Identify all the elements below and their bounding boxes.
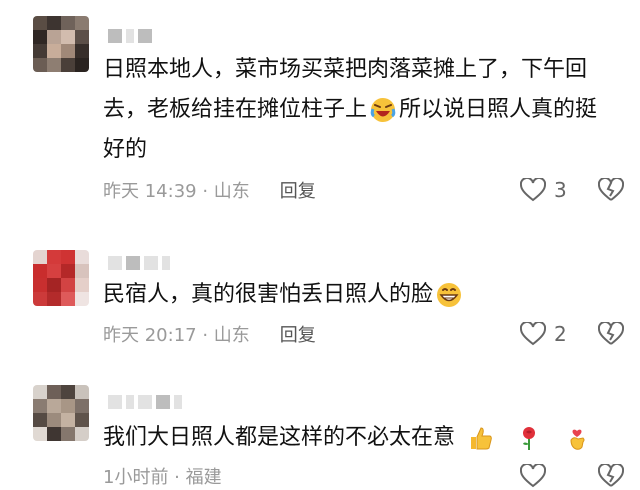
username-blurred[interactable] (108, 253, 170, 273)
comment-text: 日照本地人，菜市场买菜把肉落菜摊上了，下午回去，老板给挂在摊位柱子上 所以说日照… (103, 57, 598, 162)
like-button[interactable]: 3 (520, 176, 567, 204)
thumbs-up-emoji-icon (471, 427, 492, 450)
comment-text: 民宿人，真的很害怕丢日照人的脸 (103, 275, 603, 315)
comment-time-location: 1小时前 · 福建 (103, 467, 222, 488)
comment-time-location: 昨天 20:17 · 山东 (103, 325, 250, 346)
like-button[interactable] (520, 462, 546, 490)
heart-icon (520, 464, 546, 488)
like-button[interactable]: 2 (520, 320, 567, 348)
broken-heart-icon (598, 322, 624, 345)
avatar[interactable] (33, 385, 89, 441)
comment-meta: 昨天 14:39 · 山东 回复 (103, 176, 316, 204)
heart-icon (520, 178, 546, 202)
comment-meta: 1小时前 · 福建 (103, 462, 222, 490)
username-blurred[interactable] (108, 392, 182, 412)
grinning-emoji-icon (437, 283, 462, 307)
finger-heart-emoji-icon (570, 429, 585, 450)
like-count: 2 (554, 322, 567, 346)
comment-text: 我们大日照人都是这样的不必太在意 (103, 418, 640, 458)
broken-heart-icon (598, 464, 624, 487)
username-blurred[interactable] (108, 26, 152, 46)
rose-emoji-icon (523, 427, 536, 450)
like-count: 3 (554, 178, 567, 202)
avatar[interactable] (33, 16, 89, 72)
avatar[interactable] (33, 250, 89, 306)
reply-button[interactable]: 回复 (280, 177, 316, 203)
dislike-button[interactable] (598, 462, 624, 490)
laughing-tears-emoji-icon (370, 98, 396, 122)
broken-heart-icon (598, 178, 624, 201)
comment-meta: 昨天 20:17 · 山东 回复 (103, 320, 316, 348)
dislike-button[interactable] (598, 176, 624, 204)
reply-button[interactable]: 回复 (280, 321, 316, 347)
dislike-button[interactable] (598, 320, 624, 348)
heart-icon (520, 322, 546, 346)
comment-time-location: 昨天 14:39 · 山东 (103, 181, 250, 202)
